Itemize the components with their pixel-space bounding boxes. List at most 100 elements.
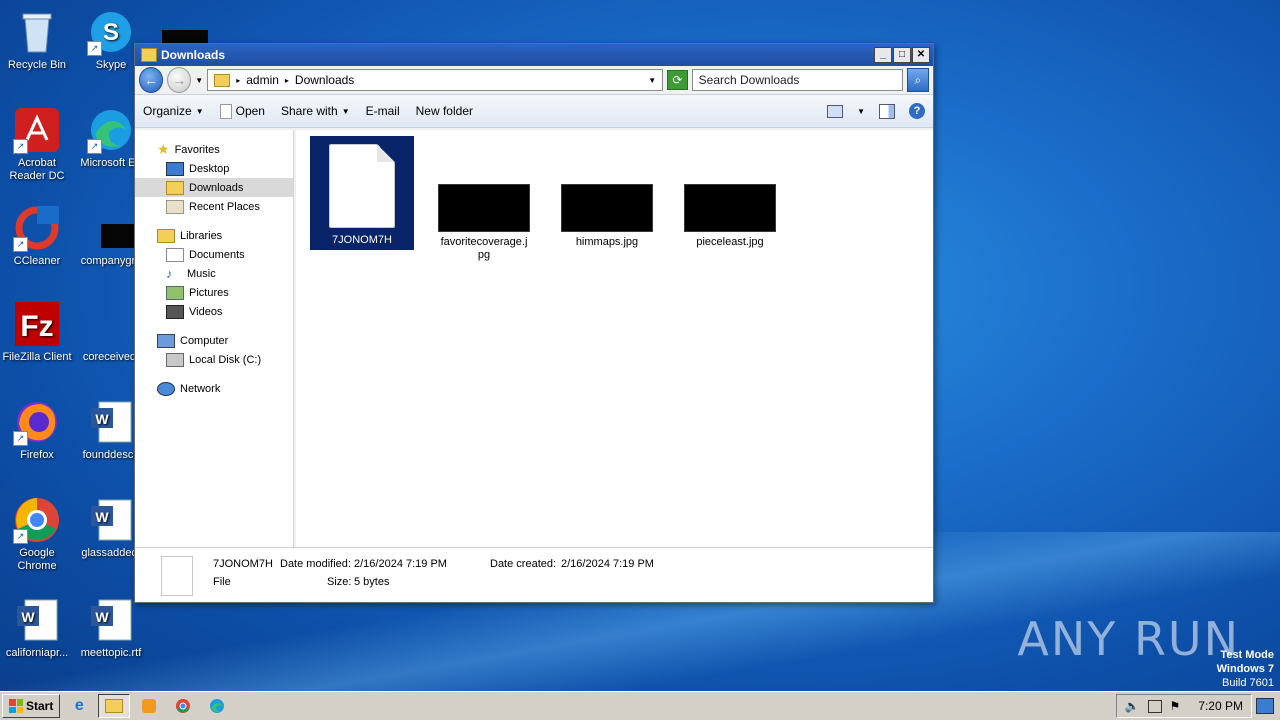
file-list: 7JONOM7H favoritecoverage.jpg himmaps.jp… bbox=[296, 130, 933, 547]
flag-icon[interactable]: ⚑ bbox=[1170, 699, 1181, 713]
media-player-icon bbox=[142, 699, 157, 713]
window-title: Downloads bbox=[161, 48, 226, 62]
desktop-icon-recycle-bin[interactable]: Recycle Bin bbox=[0, 8, 74, 72]
title-bar[interactable]: Downloads _ □ ✕ bbox=[135, 44, 933, 66]
search-icon[interactable]: ⌕ bbox=[906, 68, 929, 92]
watermark-text: ANY RUN bbox=[1017, 612, 1240, 666]
taskbar-chrome[interactable] bbox=[168, 695, 198, 717]
taskbar-edge[interactable] bbox=[202, 695, 232, 717]
desktop-icon-firefox[interactable]: ↗ Firefox bbox=[0, 398, 74, 462]
nav-label: Libraries bbox=[180, 229, 223, 242]
email-button[interactable]: E-mail bbox=[366, 104, 400, 118]
volume-icon[interactable]: 🔈 bbox=[1125, 699, 1140, 713]
breadcrumb-downloads[interactable]: Downloads bbox=[295, 73, 354, 87]
nav-label: Music bbox=[187, 267, 216, 280]
nav-local-disk[interactable]: Local Disk (C:) bbox=[135, 350, 293, 369]
desktop-icon-acrobat[interactable]: ↗ Acrobat Reader DC bbox=[0, 106, 74, 183]
preview-pane-icon[interactable] bbox=[879, 103, 895, 119]
forward-button[interactable]: → bbox=[167, 67, 192, 93]
breadcrumb-separator[interactable]: ▸ bbox=[285, 76, 289, 85]
nav-downloads[interactable]: Downloads bbox=[135, 178, 293, 197]
nav-libraries[interactable]: Libraries bbox=[135, 226, 293, 245]
nav-videos[interactable]: Videos bbox=[135, 302, 293, 321]
shortcut-arrow-icon: ↗ bbox=[13, 529, 28, 544]
close-button[interactable]: ✕ bbox=[912, 47, 930, 63]
desktop-icon-chrome[interactable]: ↗ Google Chrome bbox=[0, 496, 74, 573]
shortcut-arrow-icon: ↗ bbox=[87, 41, 102, 56]
nav-favorites[interactable]: ★ Favorites bbox=[135, 140, 293, 159]
desktop-icon-label: FileZilla Client bbox=[2, 351, 72, 363]
documents-icon bbox=[166, 247, 184, 262]
file-item[interactable]: 7JONOM7H bbox=[310, 136, 414, 250]
nav-pictures[interactable]: Pictures bbox=[135, 283, 293, 302]
new-folder-button[interactable]: New folder bbox=[416, 104, 473, 118]
test-mode-label: Test Mode bbox=[1220, 649, 1274, 661]
nav-documents[interactable]: Documents bbox=[135, 245, 293, 264]
maximize-button[interactable]: □ bbox=[893, 47, 911, 63]
star-icon: ★ bbox=[157, 141, 170, 157]
recent-pages-dropdown[interactable]: ▼ bbox=[195, 76, 203, 85]
details-date-modified-label: Date modified: bbox=[280, 558, 351, 570]
desktop-icon-meettopic[interactable]: W meettopic.rtf bbox=[74, 596, 148, 660]
os-label: Windows 7 bbox=[1216, 663, 1274, 675]
svg-text:W: W bbox=[95, 509, 109, 525]
nav-desktop[interactable]: Desktop bbox=[135, 159, 293, 178]
taskbar-internet-explorer[interactable]: e bbox=[64, 695, 94, 717]
file-item[interactable]: pieceleast.jpg bbox=[678, 184, 782, 249]
network-icon bbox=[157, 381, 175, 396]
nav-music[interactable]: ♪ Music bbox=[135, 264, 293, 283]
help-icon[interactable]: ? bbox=[909, 103, 925, 119]
back-button[interactable]: ← bbox=[139, 67, 164, 93]
file-item[interactable]: favoritecoverage.jpg bbox=[432, 184, 536, 262]
nav-computer[interactable]: Computer bbox=[135, 331, 293, 350]
taskbar-explorer[interactable] bbox=[98, 694, 131, 718]
svg-text:W: W bbox=[95, 609, 109, 625]
svg-text:W: W bbox=[95, 411, 109, 427]
address-dropdown[interactable]: ▼ bbox=[648, 76, 656, 85]
organize-button[interactable]: Organize ▼ bbox=[143, 104, 204, 118]
shortcut-arrow-icon: ↗ bbox=[13, 139, 28, 154]
breadcrumb-separator[interactable]: ▸ bbox=[236, 76, 240, 85]
nav-label: Downloads bbox=[189, 181, 244, 194]
breadcrumb-admin[interactable]: admin bbox=[246, 73, 279, 87]
address-bar[interactable]: ▸ admin ▸ Downloads ▼ bbox=[207, 69, 664, 91]
share-with-button[interactable]: Share with ▼ bbox=[281, 104, 350, 118]
view-options-icon[interactable] bbox=[827, 104, 844, 118]
navigation-pane: ★ Favorites Desktop Downloads Recent Pla… bbox=[135, 130, 294, 547]
search-input[interactable]: Search Downloads bbox=[691, 69, 903, 91]
view-dropdown[interactable]: ▼ bbox=[857, 107, 865, 116]
desktop-icon-filezilla[interactable]: Fz FileZilla Client bbox=[0, 300, 74, 364]
desktop-icon-label: meettopic.rtf bbox=[80, 647, 142, 659]
details-file-type: File bbox=[213, 576, 231, 588]
refresh-button[interactable]: ⟳ bbox=[667, 70, 688, 90]
edge-icon: ↗ bbox=[87, 106, 135, 154]
show-desktop-button[interactable] bbox=[1256, 698, 1274, 714]
recent-places-icon bbox=[166, 199, 184, 214]
build-label: Build 7601 bbox=[1222, 677, 1274, 689]
nav-label: Network bbox=[180, 382, 221, 395]
svg-text:S: S bbox=[103, 19, 119, 46]
word-document-icon: W bbox=[13, 596, 61, 644]
nav-network[interactable]: Network bbox=[135, 379, 293, 398]
word-document-icon: W bbox=[87, 496, 135, 544]
desktop-icon-ccleaner[interactable]: ↗ CCleaner bbox=[0, 204, 74, 268]
start-label: Start bbox=[26, 699, 54, 713]
open-button[interactable]: Open bbox=[219, 103, 265, 119]
start-button[interactable]: Start bbox=[2, 694, 61, 718]
folder-icon bbox=[141, 48, 157, 62]
search-placeholder: Search Downloads bbox=[698, 73, 800, 87]
nav-recent-places[interactable]: Recent Places bbox=[135, 197, 293, 216]
test-mode-notice: Test Mode Windows 7 Build 7601 bbox=[1217, 648, 1274, 690]
command-bar: Organize ▼ Open Share with ▼ E-mail New … bbox=[135, 94, 933, 128]
minimize-button[interactable]: _ bbox=[874, 47, 892, 63]
clock[interactable]: 7:20 PM bbox=[1198, 699, 1243, 713]
taskbar-media-player[interactable] bbox=[134, 695, 164, 717]
internet-explorer-icon: e bbox=[74, 697, 84, 714]
svg-text:W: W bbox=[21, 609, 35, 625]
desktop-dark-thumbnail bbox=[162, 30, 208, 44]
nav-label: Favorites bbox=[174, 143, 220, 156]
file-item[interactable]: himmaps.jpg bbox=[555, 184, 659, 249]
desktop-icon-californiapr[interactable]: W californiapr... bbox=[0, 596, 74, 660]
acrobat-icon: ↗ bbox=[13, 106, 61, 154]
network-icon[interactable] bbox=[1147, 699, 1162, 713]
